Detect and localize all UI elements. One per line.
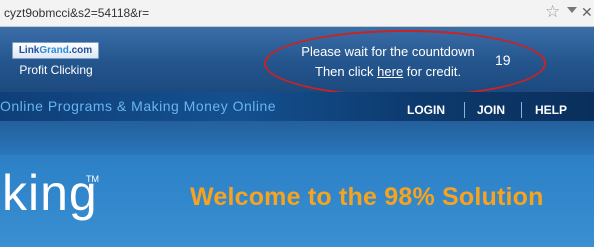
then-click-text: Then click bbox=[315, 64, 378, 79]
timer-bar: LinkGrand.com Profit Clicking Please wai… bbox=[0, 27, 594, 97]
nav-help[interactable]: HELP bbox=[535, 103, 567, 117]
url-text[interactable]: cyzt9obmcci&s2=54118&r= bbox=[4, 6, 149, 20]
countdown-message: Please wait for the countdown bbox=[301, 44, 475, 59]
credit-here-link[interactable]: here bbox=[377, 64, 403, 79]
nav-login[interactable]: LOGIN bbox=[407, 103, 445, 117]
bookmark-star-icon[interactable]: ☆ bbox=[545, 3, 560, 21]
logo-text-grand: Grand bbox=[39, 45, 69, 56]
hero-band bbox=[0, 121, 594, 155]
nav-join[interactable]: JOIN bbox=[477, 103, 505, 117]
address-bar[interactable]: cyzt9obmcci&s2=54118&r= ☆ ✕ bbox=[0, 0, 594, 27]
hero-banner: king TM Welcome to the 98% Solution bbox=[0, 121, 594, 247]
credit-instruction: Then click here for credit. bbox=[262, 64, 514, 79]
site-nav: Online Programs & Making Money Online LO… bbox=[0, 92, 594, 121]
logo-text-com: .com bbox=[68, 45, 93, 56]
close-icon[interactable]: ✕ bbox=[581, 4, 593, 20]
tagline: Profit Clicking bbox=[19, 63, 93, 77]
nav-divider bbox=[464, 102, 465, 118]
linkgrand-logo[interactable]: LinkGrand.com bbox=[12, 42, 99, 59]
countdown-timer: 19 bbox=[495, 52, 511, 68]
welcome-headline: Welcome to the 98% Solution bbox=[190, 183, 544, 211]
trademark-mark: TM bbox=[86, 174, 99, 184]
nav-banner-text: Online Programs & Making Money Online bbox=[0, 98, 277, 114]
nav-divider bbox=[521, 102, 522, 118]
dropdown-arrow-icon[interactable] bbox=[567, 7, 577, 13]
logo-text-link: Link bbox=[18, 45, 40, 56]
for-credit-text: for credit. bbox=[403, 64, 461, 79]
hero-brand-word: king bbox=[2, 165, 98, 221]
